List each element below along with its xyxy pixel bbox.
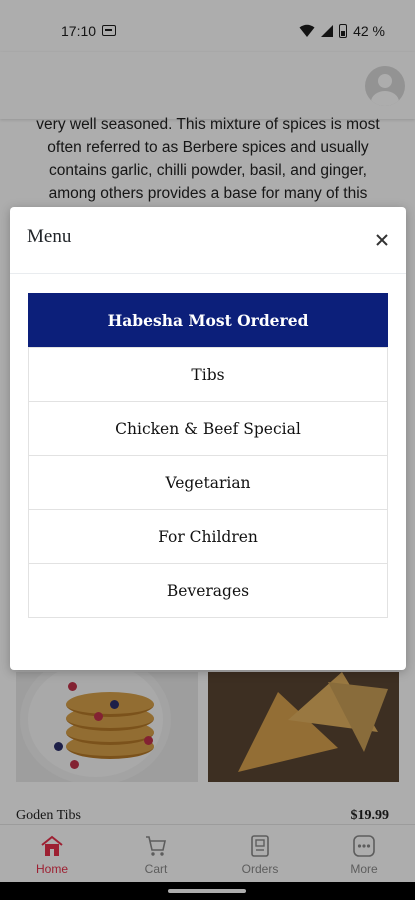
modal-title: Menu (27, 226, 72, 247)
menu-category-beverages[interactable]: Beverages (28, 563, 388, 618)
menu-category-habesha-most-ordered[interactable]: Habesha Most Ordered (28, 293, 388, 348)
menu-modal: Menu Habesha Most Ordered Tibs Chicken &… (10, 207, 406, 670)
menu-category-vegetarian[interactable]: Vegetarian (28, 455, 388, 510)
menu-category-tibs[interactable]: Tibs (28, 347, 388, 402)
close-icon[interactable] (372, 230, 392, 250)
menu-category-for-children[interactable]: For Children (28, 509, 388, 564)
menu-category-chicken-beef-special[interactable]: Chicken & Beef Special (28, 401, 388, 456)
modal-header: Menu (10, 207, 406, 274)
menu-category-list: Habesha Most Ordered Tibs Chicken & Beef… (28, 293, 388, 618)
